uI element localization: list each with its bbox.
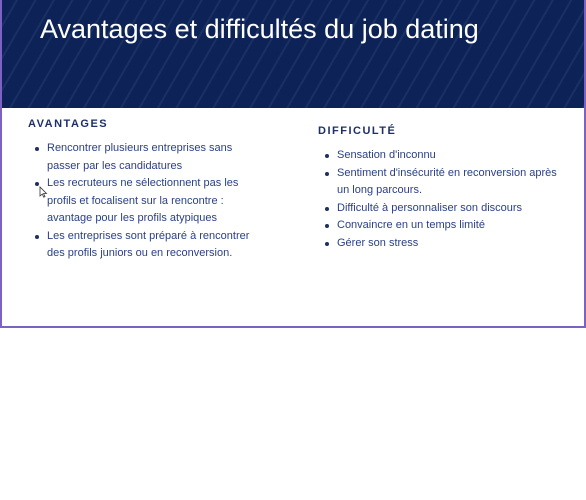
list-item: Sensation d'inconnu xyxy=(318,147,558,165)
difficulties-column: DIFFICULTÉ Sensation d'inconnu Sentiment… xyxy=(318,125,558,252)
bullet-icon xyxy=(325,206,329,211)
list-item: Rencontrer plusieurs entreprises sans pa… xyxy=(28,140,258,175)
advantages-heading: AVANTAGES xyxy=(28,118,109,130)
list-item: Les recruteurs ne sélectionnent pas les … xyxy=(28,175,258,228)
list-item: Convaincre en un temps limité xyxy=(318,217,558,235)
bullet-icon xyxy=(35,147,39,151)
list-item: Sentiment d'insécurité en reconversion a… xyxy=(318,165,558,200)
list-item-text: Gérer son stress xyxy=(337,236,419,249)
list-item: Gérer son stress xyxy=(318,235,558,253)
bullet-icon xyxy=(325,241,329,246)
list-item-text: Difficulté à personnaliser son discours xyxy=(337,201,523,214)
difficulties-list: Sensation d'inconnu Sentiment d'insécuri… xyxy=(318,147,558,252)
slide-title: Avantages et difficultés du job dating xyxy=(40,14,479,44)
mouse-cursor-icon xyxy=(39,186,48,198)
advantages-column: AVANTAGES Rencontrer plusieurs entrepris… xyxy=(28,118,258,263)
list-item-text: Sentiment d'insécurité en reconversion a… xyxy=(337,166,557,197)
list-item-text: Convaincre en un temps limité xyxy=(337,219,485,231)
difficulties-heading: DIFFICULTÉ xyxy=(318,125,397,137)
list-item-text: Les entreprises sont préparé à rencontre… xyxy=(47,229,250,260)
bullet-icon xyxy=(325,171,329,176)
bullet-icon xyxy=(35,234,39,239)
presentation-slide: Avantages et difficultés du job dating A… xyxy=(0,0,586,328)
bullet-icon xyxy=(325,154,329,158)
advantages-list: Rencontrer plusieurs entreprises sans pa… xyxy=(28,140,258,263)
list-item-text: Les recruteurs ne sélectionnent pas les … xyxy=(47,177,239,224)
list-item: Les entreprises sont préparé à rencontre… xyxy=(28,228,258,263)
list-item: Difficulté à personnaliser son discours xyxy=(318,200,558,218)
title-banner: Avantages et difficultés du job dating xyxy=(2,0,584,108)
bullet-icon xyxy=(325,224,329,228)
list-item-text: Sensation d'inconnu xyxy=(337,149,436,161)
list-item-text: Rencontrer plusieurs entreprises sans pa… xyxy=(47,142,233,172)
